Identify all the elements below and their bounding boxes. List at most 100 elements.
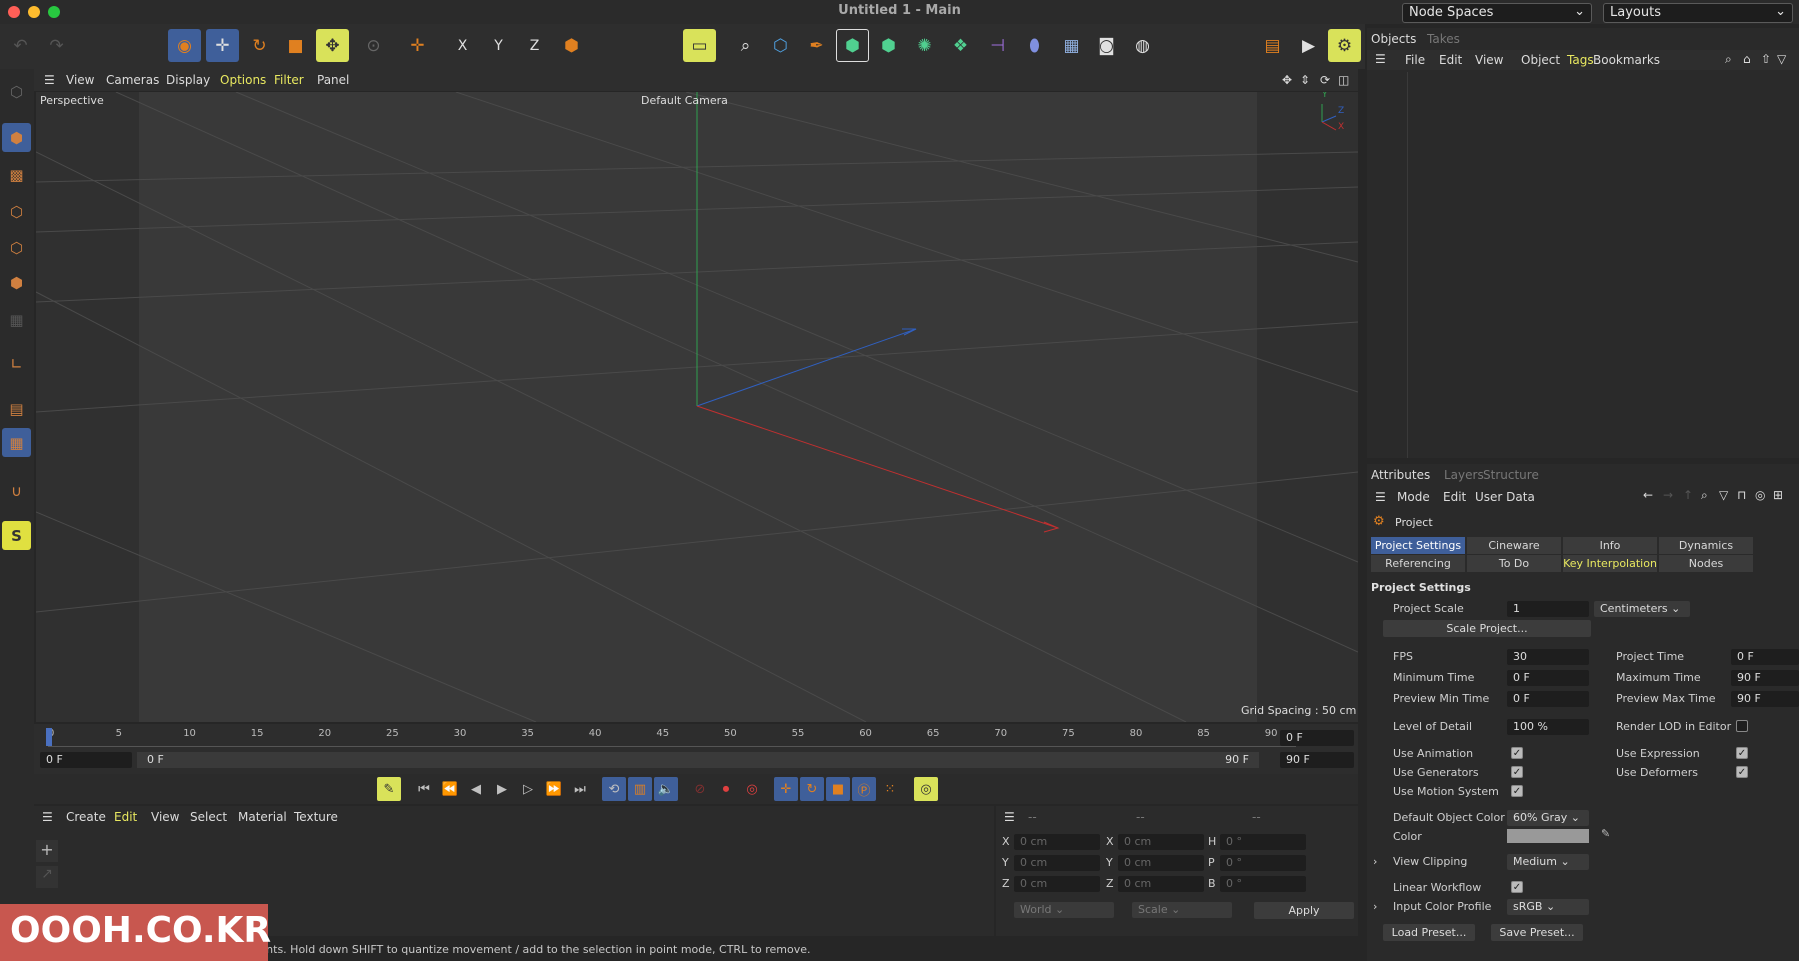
hamburger-icon[interactable]: ☰	[1375, 52, 1386, 66]
sound-icon[interactable]: 🔈	[654, 777, 678, 801]
view-clipping-dropdown[interactable]: Medium ⌄	[1507, 854, 1589, 870]
camera-icon[interactable]: ◙	[1090, 29, 1123, 62]
workplane-icon[interactable]: ▤	[2, 394, 31, 423]
coord-value-field[interactable]: 0 °	[1220, 834, 1306, 850]
mat-menu-edit[interactable]: Edit	[114, 810, 137, 824]
use-deformers-checkbox[interactable]: ✓	[1736, 766, 1748, 778]
menu-view[interactable]: View	[66, 73, 94, 87]
tab-cineware[interactable]: Cineware	[1467, 537, 1561, 554]
viewport-dolly-icon[interactable]: ⇕	[1300, 73, 1310, 87]
undo-icon[interactable]: ↶	[4, 29, 37, 62]
menu-filter[interactable]: Filter	[274, 73, 304, 87]
x-axis-lock-icon[interactable]: X	[446, 29, 479, 62]
light-icon[interactable]: ◍	[1126, 29, 1159, 62]
rotate-tool-icon[interactable]: ↻	[243, 29, 276, 62]
expand-arrow-icon[interactable]: ›	[1373, 855, 1377, 868]
search-icon[interactable]: ⌕	[1725, 52, 1732, 67]
tab-attributes[interactable]: Attributes	[1371, 468, 1430, 482]
scale-dropdown[interactable]: Scale ⌄	[1132, 902, 1232, 918]
timeline-icon[interactable]: ▥	[628, 777, 652, 801]
timeline[interactable]: 051015202530354045505560657075808590 0 F…	[34, 724, 1358, 774]
tab-takes[interactable]: Takes	[1427, 32, 1460, 46]
use-motion-checkbox[interactable]: ✓	[1511, 785, 1523, 797]
attr-menu-edit[interactable]: Edit	[1443, 490, 1466, 504]
hamburger-icon[interactable]: ☰	[44, 73, 55, 87]
obj-menu-view[interactable]: View	[1475, 53, 1503, 67]
target-icon[interactable]: ◎	[1755, 488, 1765, 502]
model-mode-icon[interactable]: ⬡	[2, 77, 31, 106]
viewport-maximize-icon[interactable]: ◫	[1338, 73, 1349, 87]
scale-unit-dropdown[interactable]: Centimeters ⌄	[1594, 601, 1690, 617]
attr-menu-user-data[interactable]: User Data	[1475, 490, 1535, 504]
preview-max-field[interactable]: 90 F	[1731, 691, 1799, 707]
object-mode-icon[interactable]: ⬢	[2, 123, 31, 152]
y-axis-lock-icon[interactable]: Y	[482, 29, 515, 62]
tab-project-settings[interactable]: Project Settings	[1371, 537, 1465, 554]
range-slider[interactable]: 0 F 90 F	[137, 752, 1259, 768]
coordinate-system-icon[interactable]: ✛	[401, 29, 434, 62]
default-color-dropdown[interactable]: 60% Gray ⌄	[1507, 810, 1589, 826]
scale-project-button[interactable]: Scale Project...	[1383, 620, 1591, 637]
next-frame-icon[interactable]: ▷	[516, 777, 540, 801]
apply-button[interactable]: Apply	[1254, 902, 1354, 919]
coord-value-field[interactable]: 0 °	[1220, 876, 1306, 892]
lod-field[interactable]: 100 %	[1507, 719, 1589, 735]
key-scale-icon[interactable]: ■	[826, 777, 850, 801]
hamburger-icon[interactable]: ☰	[42, 810, 53, 824]
mat-menu-view[interactable]: View	[151, 810, 179, 824]
new-panel-icon[interactable]: ⊞	[1773, 488, 1783, 502]
edges-mode-icon[interactable]: ⬡	[2, 233, 31, 262]
filter-icon[interactable]: ▽	[1777, 52, 1786, 66]
placement-tool-icon[interactable]: ⊙	[357, 29, 390, 62]
mograph-icon[interactable]: ❖	[944, 29, 977, 62]
z-axis-lock-icon[interactable]: Z	[518, 29, 551, 62]
uv-mode-icon[interactable]: ▦	[2, 305, 31, 334]
motion-clip-icon[interactable]: ◎	[914, 777, 938, 801]
cube-icon[interactable]: ⬡	[764, 29, 797, 62]
coord-value-field[interactable]: 0 cm	[1014, 834, 1100, 850]
record-disabled-icon[interactable]: ⊘	[688, 777, 712, 801]
project-scale-field[interactable]: 1	[1507, 601, 1589, 617]
tab-referencing[interactable]: Referencing	[1371, 555, 1465, 572]
deformer-icon[interactable]: ⊣	[981, 29, 1014, 62]
key-pla-icon[interactable]: ⁙	[878, 777, 902, 801]
tab-key-interpolation[interactable]: Key Interpolation	[1563, 555, 1657, 572]
transform-tool-icon[interactable]: ✥	[316, 29, 349, 62]
world-coordinates-icon[interactable]: ⬢	[555, 29, 588, 62]
redo-icon[interactable]: ↷	[40, 29, 73, 62]
home-icon[interactable]: ⌂	[1743, 52, 1751, 66]
linear-workflow-checkbox[interactable]: ✓	[1511, 881, 1523, 893]
cloner-icon[interactable]: ✺	[908, 29, 941, 62]
locked-workplane-icon[interactable]: ▦	[2, 428, 31, 457]
polygons-mode-icon[interactable]: ⬢	[2, 268, 31, 297]
start-frame-field[interactable]: 0 F	[40, 752, 132, 768]
coord-value-field[interactable]: 0 cm	[1118, 834, 1204, 850]
tab-info[interactable]: Info	[1563, 537, 1657, 554]
texture-mode-icon[interactable]: ▩	[2, 160, 31, 189]
tab-layers[interactable]: Layers	[1444, 468, 1484, 482]
select-tool-icon[interactable]: ◉	[168, 29, 201, 62]
record-keys-icon[interactable]: ✎	[377, 777, 401, 801]
move-tool-icon[interactable]: ✛	[206, 29, 239, 62]
filter-icon[interactable]: ▽	[1719, 488, 1728, 502]
lock-icon[interactable]: ⊓	[1737, 488, 1746, 502]
forward-arrow-icon[interactable]: →	[1663, 488, 1673, 502]
coord-value-field[interactable]: 0 cm	[1014, 855, 1100, 871]
save-preset-button[interactable]: Save Preset...	[1491, 924, 1583, 941]
render-view-icon[interactable]: ▤	[1256, 29, 1289, 62]
menu-cameras[interactable]: Cameras	[106, 73, 159, 87]
previous-key-icon[interactable]: ⏪	[438, 777, 462, 801]
use-expression-checkbox[interactable]: ✓	[1736, 747, 1748, 759]
go-to-end-icon[interactable]: ⏭	[568, 777, 592, 801]
render-lod-checkbox[interactable]	[1736, 720, 1748, 732]
viewport-rotate-icon[interactable]: ⟳	[1320, 73, 1330, 87]
obj-menu-edit[interactable]: Edit	[1439, 53, 1462, 67]
up-icon[interactable]: ⇧	[1761, 52, 1771, 66]
viewport-solo-icon[interactable]: ▭	[683, 29, 716, 62]
back-arrow-icon[interactable]: ←	[1643, 488, 1653, 502]
render-picture-viewer-icon[interactable]: ▶	[1292, 29, 1325, 62]
tab-objects[interactable]: Objects	[1371, 32, 1416, 46]
material-arrow-icon[interactable]: ↗	[36, 866, 58, 888]
key-position-icon[interactable]: ✛	[774, 777, 798, 801]
spline-pen-icon[interactable]: ⌕	[729, 29, 762, 62]
